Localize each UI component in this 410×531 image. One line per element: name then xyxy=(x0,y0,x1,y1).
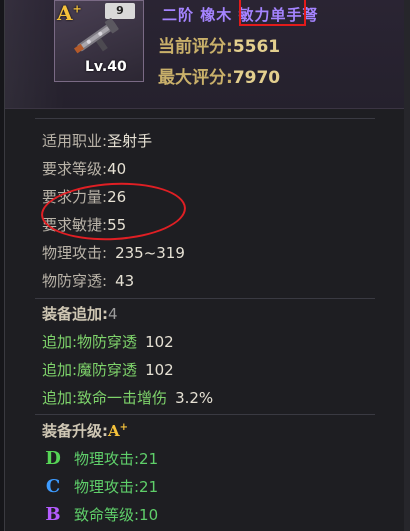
upgrade-grade: A+ xyxy=(108,422,129,440)
divider xyxy=(35,414,375,415)
required-level: 要求等级:40 xyxy=(42,160,127,178)
item-tooltip: A+ 9 Lv.40 二阶 橡木 敏力单手弩 当前评分:5561 最大评分:79… xyxy=(4,0,406,531)
rank-b-icon: B xyxy=(45,504,61,525)
upgrade-row: C 物理攻击:21 xyxy=(42,476,158,497)
item-slot[interactable]: A+ 9 Lv.40 xyxy=(54,0,144,82)
extra-stat-row: 追加:物防穿透 102 xyxy=(42,333,174,351)
item-level: Lv.40 xyxy=(85,59,127,75)
upgrade-row: D 物理攻击:21 xyxy=(42,448,158,469)
extra-stat-row: 追加:魔防穿透 102 xyxy=(42,361,174,379)
rank-d-icon: D xyxy=(45,448,61,469)
max-score: 最大评分:7970 xyxy=(158,68,281,88)
current-score: 当前评分:5561 xyxy=(158,37,281,57)
extras-title: 装备追加:4 xyxy=(42,305,118,323)
rank-c-icon: C xyxy=(45,476,61,497)
upgrade-row: B 致命等级:10 xyxy=(42,504,158,525)
background-panel-edge xyxy=(404,0,410,531)
item-header: A+ 9 Lv.40 二阶 橡木 敏力单手弩 当前评分:5561 最大评分:79… xyxy=(5,0,405,109)
physical-attack: 物理攻击: 235~319 xyxy=(42,244,185,262)
required-class: 适用职业:圣射手 xyxy=(42,132,153,150)
divider xyxy=(35,118,375,119)
physical-penetration: 物防穿透: 43 xyxy=(42,272,135,290)
crossbow-icon xyxy=(73,18,119,54)
upgrade-title: 装备升级:A+ xyxy=(42,422,129,440)
extra-stat-row: 追加:致命一击增伤 3.2% xyxy=(42,389,214,407)
annotation-rectangle xyxy=(239,0,306,26)
divider xyxy=(35,298,375,299)
